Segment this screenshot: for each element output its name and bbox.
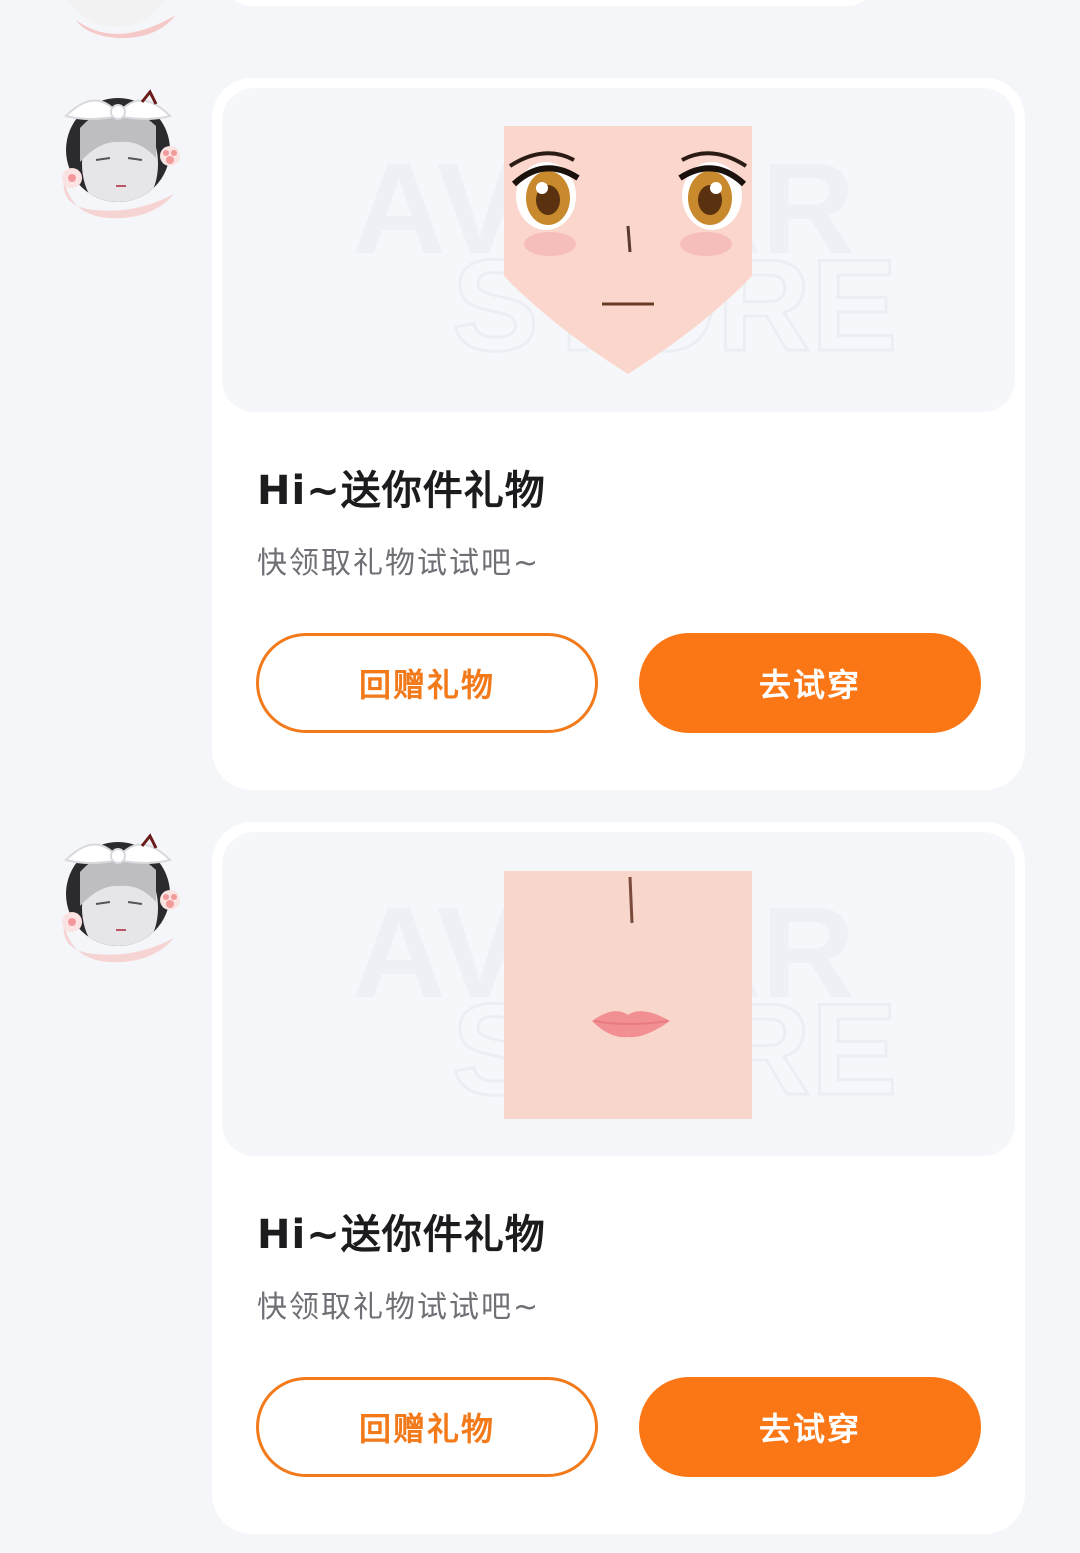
avatar-image — [62, 833, 180, 963]
sender-avatar[interactable] — [56, 78, 188, 220]
try-on-button[interactable]: 去试穿 — [639, 633, 981, 733]
nose-and-lips-skin-icon[interactable] — [504, 871, 752, 1119]
return-gift-button[interactable]: 回赠礼物 — [256, 633, 598, 733]
gift-subtitle: 快领取礼物试试吧~ — [257, 546, 541, 581]
return-gift-button[interactable]: 回赠礼物 — [256, 1377, 598, 1477]
gift-preview: AVATAR STORE — [222, 832, 1015, 1156]
avatar-image — [62, 89, 180, 219]
gift-message-card: AVATAR STORE — [212, 78, 1025, 790]
gift-subtitle: 快领取礼物试试吧~ — [257, 1290, 541, 1325]
try-on-button[interactable]: 去试穿 — [639, 1377, 981, 1477]
sender-avatar[interactable] — [56, 0, 188, 42]
gift-message-card: AVATAR STORE Hi~送你件礼物 快领取礼物试试吧~ 回赠礼物 去试穿 — [212, 822, 1025, 1534]
gift-title: Hi~送你件礼物 — [257, 468, 546, 514]
anime-face-with-eyes-icon[interactable] — [504, 126, 752, 374]
gift-title: Hi~送你件礼物 — [257, 1212, 546, 1258]
sender-avatar[interactable] — [56, 822, 188, 964]
gift-preview: AVATAR STORE — [222, 88, 1015, 412]
previous-message-card — [222, 0, 877, 6]
